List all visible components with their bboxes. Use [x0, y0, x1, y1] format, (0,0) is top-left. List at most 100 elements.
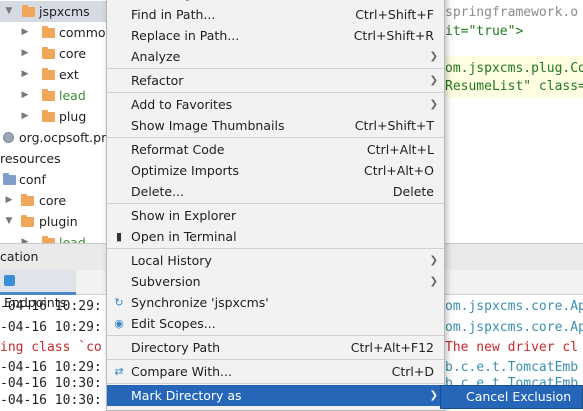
menu-separator	[107, 203, 444, 204]
tab-endpoints[interactable]: Endpoints	[0, 270, 76, 310]
menu-separator	[107, 68, 444, 69]
submenu-arrow-icon: ❯	[429, 51, 438, 62]
menu-separator	[107, 92, 444, 93]
tree-item-label: core	[39, 193, 67, 208]
mark-directory-submenu: Cancel Exclusion	[440, 385, 583, 409]
chevron-down-icon[interactable]: ▼	[4, 211, 14, 232]
code-line: om.jspxcms.plug.Co	[445, 61, 583, 76]
terminal-icon: ▮	[115, 230, 123, 243]
menu-item-shortcut: Ctrl+Shift+T	[354, 118, 434, 133]
menu-item-show-image-thumbnails[interactable]: Show Image Thumbnails Ctrl+Shift+T	[107, 115, 444, 136]
log-line: -04-16 10:30:	[0, 376, 102, 391]
log-line-right: The new driver cl	[445, 340, 579, 355]
chevron-right-icon[interactable]: ▶	[20, 232, 30, 243]
menu-item-shortcut: Delete	[392, 184, 434, 199]
menu-item-label: Mark Directory as	[131, 388, 242, 403]
chevron-right-icon[interactable]: ▶	[20, 22, 30, 43]
menu-item-label: Edit Scopes...	[131, 316, 216, 331]
menu-item-shortcut: Ctrl+Alt+F12	[350, 340, 434, 355]
menu-separator	[107, 137, 444, 138]
menu-item-reformat-code[interactable]: Reformat Code Ctrl+Alt+L	[107, 139, 444, 160]
context-menu: Find UsagesAlt+F7Find in Path...Ctrl+Shi…	[106, 0, 445, 411]
tree-item-label: common	[59, 25, 110, 40]
tree-item-label: core	[59, 46, 87, 61]
folder-icon	[42, 26, 55, 38]
menu-separator	[107, 335, 444, 336]
menu-item-edit-scopes[interactable]: ◉ Edit Scopes...	[107, 313, 444, 334]
folder-icon	[22, 5, 35, 17]
menu-item-label: Find in Path...	[131, 7, 216, 22]
menu-item-mark-directory-as[interactable]: Mark Directory as ❯	[107, 385, 444, 406]
tree-item-label: jspxcms	[39, 4, 90, 19]
menu-item-label: Show Image Thumbnails	[131, 118, 285, 133]
menu-item-label: Local History	[131, 253, 212, 268]
chevron-down-icon[interactable]: ▼	[4, 1, 14, 22]
menu-item-replace-in-path[interactable]: Replace in Path... Ctrl+Shift+R	[107, 25, 444, 46]
compare-icon: ⇄	[114, 365, 124, 378]
folder-icon	[21, 215, 34, 227]
menu-item-label: Optimize Imports	[131, 163, 240, 178]
tree-item-label: ext	[59, 67, 79, 82]
menu-item-local-history[interactable]: Local History ❯	[107, 250, 444, 271]
submenu-arrow-icon: ❯	[429, 276, 438, 287]
menu-item-compare-with[interactable]: ⇄ Compare With... Ctrl+D	[107, 361, 444, 382]
menu-item-add-to-favorites[interactable]: Add to Favorites ❯	[107, 94, 444, 115]
menu-item-delete[interactable]: Delete... Delete	[107, 181, 444, 202]
chevron-right-icon[interactable]: ▶	[4, 190, 14, 211]
folder-icon	[42, 47, 55, 59]
menu-item-show-in-explorer[interactable]: Show in Explorer	[107, 205, 444, 226]
endpoints-icon	[4, 275, 15, 286]
log-line: -04-16 10:30:	[0, 393, 102, 408]
log-line-right: b.c.e.t.TomcatEmb	[445, 360, 579, 375]
menu-item-label: Show in Explorer	[131, 208, 237, 223]
submenu-arrow-icon: ❯	[429, 75, 438, 86]
tree-item-label: resources	[0, 151, 61, 166]
code-line: springframework.o	[445, 5, 579, 20]
tree-item-label: plugin	[39, 214, 78, 229]
menu-item-analyze[interactable]: Analyze ❯	[107, 46, 444, 67]
menu-item-shortcut: Ctrl+Shift+F	[355, 7, 434, 22]
menu-item-label: Replace in Path...	[131, 28, 240, 43]
log-line: -04-16 10:29:	[0, 360, 102, 375]
menu-item-directory-path[interactable]: Directory Path Ctrl+Alt+F12	[107, 337, 444, 358]
menu-item-shortcut: Ctrl+Alt+L	[366, 142, 434, 157]
menu-item-label: Open in Terminal	[131, 229, 237, 244]
chevron-right-icon[interactable]: ▶	[20, 106, 30, 127]
tree-item-label: lead	[59, 88, 86, 103]
tree-item-jspxcms[interactable]: ▼ jspxcms	[0, 1, 110, 22]
chevron-right-icon[interactable]: ▶	[20, 64, 30, 85]
tree-item-label: lead	[59, 235, 86, 243]
menu-item-synchronize-jspxcms[interactable]: ↻ Synchronize 'jspxcms'	[107, 292, 444, 313]
chevron-right-icon[interactable]: ▶	[20, 43, 30, 64]
chevron-right-icon[interactable]: ▶	[20, 85, 30, 106]
menu-item-open-in-terminal[interactable]: ▮ Open in Terminal	[107, 226, 444, 247]
folder-icon	[42, 89, 55, 101]
menu-item-optimize-imports[interactable]: Optimize Imports Ctrl+Alt+O	[107, 160, 444, 181]
folder-icon	[21, 194, 34, 206]
log-line: -04-16 10:29:	[0, 299, 102, 314]
submenu-arrow-icon: ❯	[429, 99, 438, 110]
log-line: -04-16 10:29:	[0, 320, 102, 335]
run-window-title: cation	[0, 249, 39, 264]
submenu-arrow-icon: ❯	[429, 255, 438, 266]
menu-item-shortcut: Ctrl+Shift+R	[353, 28, 434, 43]
menu-item-label: Compare With...	[131, 364, 232, 379]
folder-icon	[3, 173, 16, 185]
menu-item-label: Directory Path	[131, 340, 221, 355]
menu-separator	[107, 248, 444, 249]
menu-item-find-in-path[interactable]: Find in Path... Ctrl+Shift+F	[107, 4, 444, 25]
menu-item-label: Cancel Exclusion	[466, 389, 572, 404]
menu-item-label: Refactor	[131, 73, 184, 88]
tree-item-label: org.ocpsoft.pre	[19, 130, 110, 145]
menu-item-shortcut: Ctrl+D	[391, 364, 434, 379]
menu-item-cancel-exclusion[interactable]: Cancel Exclusion	[441, 386, 582, 408]
tree-item-label: plug	[59, 109, 87, 124]
code-line: ResumeList" class=	[445, 79, 583, 94]
menu-item-refactor[interactable]: Refactor ❯	[107, 70, 444, 91]
menu-item-subversion[interactable]: Subversion ❯	[107, 271, 444, 292]
log-line: ing class `co	[0, 340, 102, 355]
project-tree: ▼ jspxcms ▶ common ▶ core ▶ ext ▶ lead ▶…	[0, 0, 110, 243]
package-icon	[3, 132, 14, 143]
code-editor[interactable]: springframework.o it="true"> om.jspxcms.…	[445, 0, 583, 243]
sync-icon: ↻	[114, 296, 124, 309]
